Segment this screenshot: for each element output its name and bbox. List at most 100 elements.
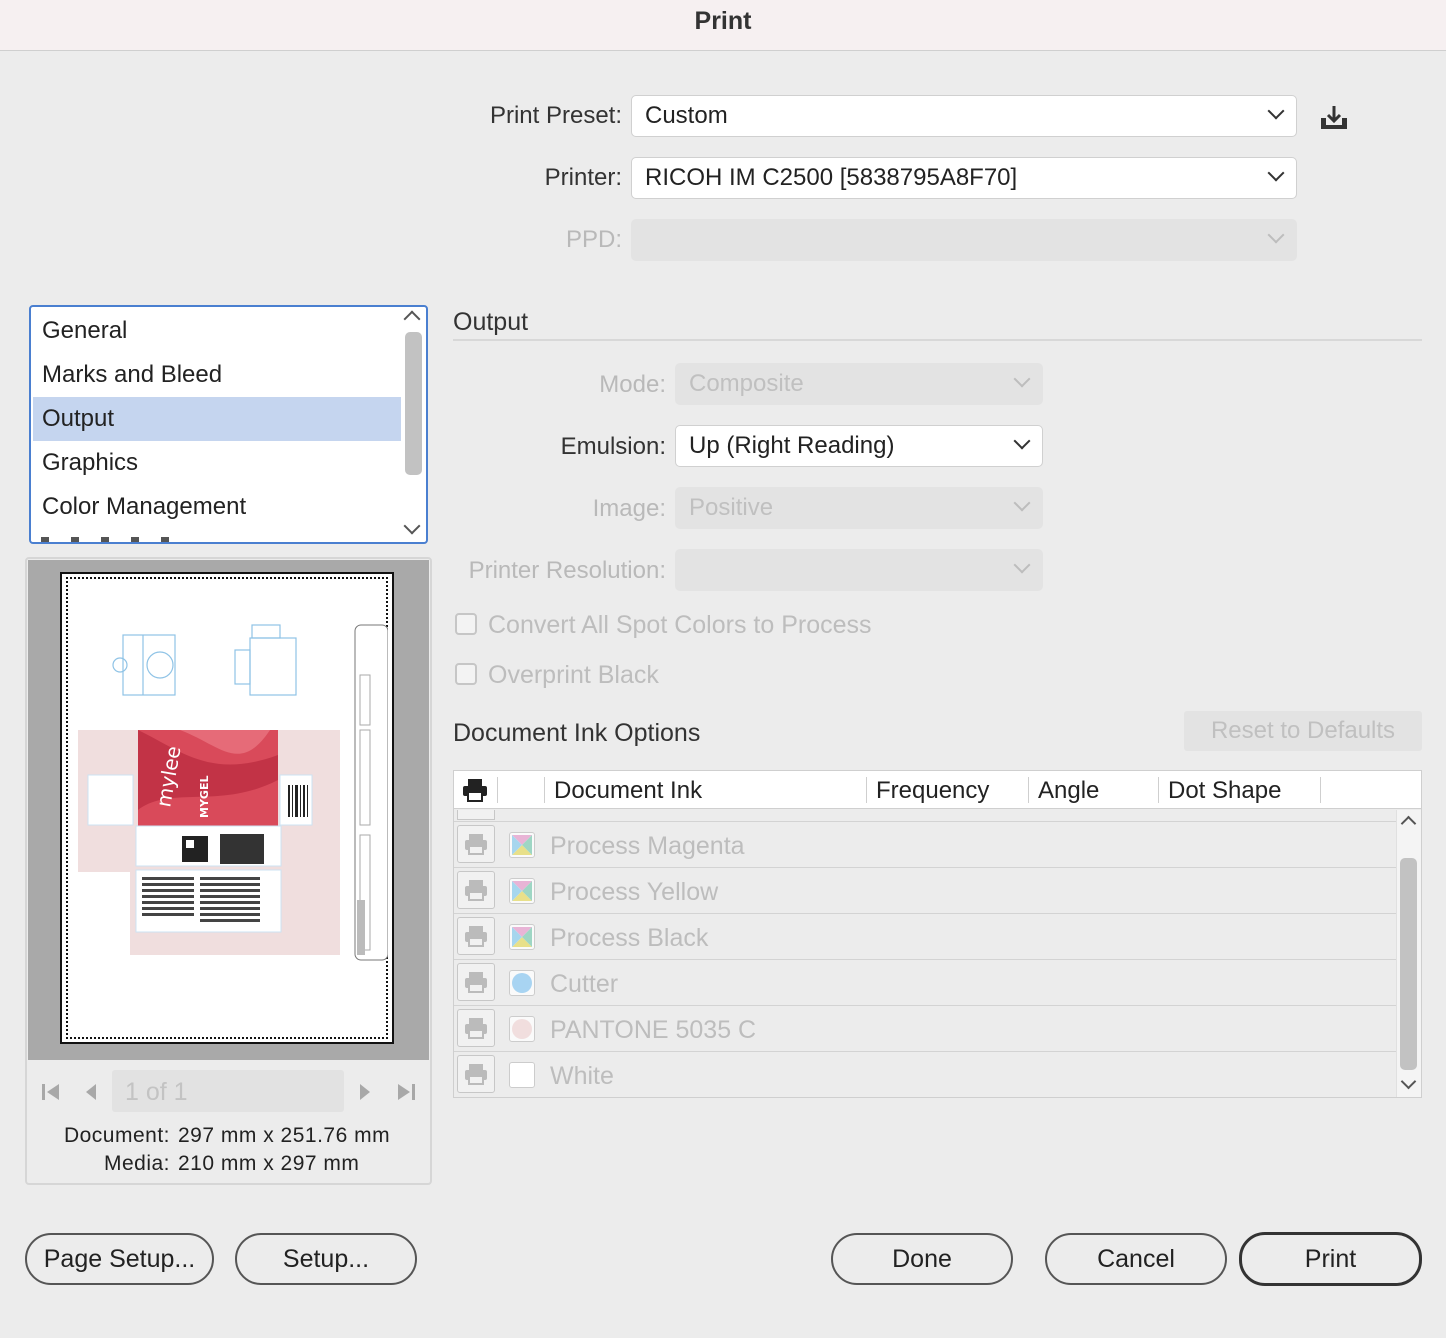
clipped-next-item — [41, 537, 171, 542]
ink-name: Cutter — [550, 970, 619, 998]
previous-page-icon — [86, 1084, 96, 1100]
ink-row[interactable]: Process Magenta — [454, 822, 1396, 868]
print-button[interactable]: Print — [1239, 1232, 1422, 1286]
document-size-label: Document: — [63, 1124, 170, 1147]
image-select[interactable]: Positive — [675, 487, 1043, 529]
title-bar: Print — [0, 0, 1446, 51]
print-preset-select[interactable]: Custom — [631, 95, 1297, 137]
ink-name: White — [550, 1062, 614, 1090]
ink-table-header: Document Ink Frequency Angle Dot Shape — [454, 771, 1421, 809]
printer-icon — [465, 1064, 487, 1085]
ppd-label: PPD: — [565, 226, 622, 253]
printer-icon — [463, 779, 487, 802]
reset-to-defaults-button[interactable]: Reset to Defaults — [1184, 711, 1422, 751]
print-toggle-button[interactable] — [457, 871, 495, 909]
previous-page-button[interactable] — [82, 1080, 100, 1104]
ink-name: Process Magenta — [550, 832, 745, 860]
chevron-down-icon — [1267, 226, 1285, 244]
chevron-down-icon — [1013, 370, 1031, 388]
process-color-icon — [512, 927, 532, 947]
mode-select[interactable]: Composite — [675, 363, 1043, 405]
print-toggle-button[interactable] — [457, 1055, 495, 1093]
ink-row[interactable]: Process Black — [454, 914, 1396, 960]
save-preset-icon[interactable] — [1318, 104, 1350, 132]
print-column-icon — [462, 777, 488, 803]
download-icon — [1321, 106, 1347, 129]
scroll-up-icon[interactable] — [1400, 815, 1417, 832]
ink-name: PANTONE 5035 C — [550, 1016, 757, 1044]
page-indicator-field[interactable]: 1 of 1 — [112, 1070, 344, 1112]
mode-value: Composite — [689, 370, 804, 397]
window-title: Print — [694, 7, 752, 35]
scroll-up-icon[interactable] — [403, 310, 421, 328]
printer-value: RICOH IM C2500 [5838795A8F70] — [645, 164, 1018, 191]
print-toggle-button[interactable] — [457, 1009, 495, 1047]
spot-color-icon — [512, 1019, 532, 1039]
spot-color-icon — [512, 973, 532, 993]
page-setup-button[interactable]: Page Setup... — [25, 1233, 214, 1285]
process-color-icon — [512, 881, 532, 901]
ink-table-scrollbar[interactable] — [1396, 810, 1421, 1097]
emulsion-select[interactable]: Up (Right Reading) — [675, 425, 1043, 467]
first-page-button[interactable] — [40, 1080, 62, 1104]
ink-row[interactable]: White — [454, 1052, 1396, 1098]
printer-icon — [465, 880, 487, 901]
printer-resolution-label: Printer Resolution: — [468, 557, 666, 584]
chevron-down-icon — [1013, 432, 1031, 450]
process-color-icon — [512, 835, 532, 855]
scroll-thumb[interactable] — [1400, 858, 1417, 1070]
next-page-button[interactable] — [356, 1080, 374, 1104]
column-frequency[interactable]: Frequency — [867, 771, 989, 809]
overprint-black-label: Overprint Black — [488, 661, 659, 689]
last-page-icon — [398, 1084, 415, 1100]
spot-ink-swatch — [509, 970, 535, 996]
overprint-black-checkbox[interactable] — [455, 663, 477, 685]
white-ink-swatch — [509, 1062, 535, 1088]
category-list[interactable]: General Marks and Bleed Output Graphics … — [29, 305, 428, 544]
scroll-down-icon[interactable] — [1400, 1073, 1417, 1090]
ink-row-clipped — [454, 810, 1396, 822]
chevron-down-icon — [1013, 556, 1031, 574]
media-size-value: 210 mm x 297 mm — [178, 1152, 360, 1175]
last-page-button[interactable] — [395, 1080, 417, 1104]
printer-select[interactable]: RICOH IM C2500 [5838795A8F70] — [631, 157, 1297, 199]
category-color-management[interactable]: Color Management — [33, 485, 401, 529]
done-button[interactable]: Done — [831, 1233, 1013, 1285]
ppd-select[interactable] — [631, 219, 1297, 261]
print-toggle-button[interactable] — [457, 825, 495, 863]
printer-icon — [465, 1018, 487, 1039]
page-indicator: 1 of 1 — [125, 1078, 188, 1106]
printer-resolution-select[interactable] — [675, 549, 1043, 591]
print-toggle-button[interactable] — [457, 963, 495, 1001]
image-value: Positive — [689, 494, 774, 521]
column-angle[interactable]: Angle — [1029, 771, 1099, 809]
mode-label: Mode: — [599, 371, 666, 398]
chevron-down-icon — [1267, 164, 1285, 182]
category-output[interactable]: Output — [33, 397, 401, 441]
column-document-ink[interactable]: Document Ink — [545, 771, 702, 809]
category-scrollbar[interactable] — [403, 307, 426, 542]
ink-row[interactable]: PANTONE 5035 C — [454, 1006, 1396, 1052]
convert-spot-label: Convert All Spot Colors to Process — [488, 611, 872, 639]
printer-icon — [465, 834, 487, 855]
printer-icon — [465, 972, 487, 993]
print-toggle-button[interactable] — [457, 917, 495, 955]
emulsion-label: Emulsion: — [560, 433, 666, 460]
category-marks-and-bleed[interactable]: Marks and Bleed — [33, 353, 401, 397]
column-dot-shape[interactable]: Dot Shape — [1159, 771, 1281, 809]
ink-options-title: Document Ink Options — [453, 719, 701, 747]
cancel-button[interactable]: Cancel — [1045, 1233, 1227, 1285]
ink-row[interactable]: Process Yellow — [454, 868, 1396, 914]
category-general[interactable]: General — [33, 309, 401, 353]
scroll-down-icon[interactable] — [403, 517, 421, 535]
category-graphics[interactable]: Graphics — [33, 441, 401, 485]
ink-name: Process Yellow — [550, 878, 719, 906]
scroll-thumb[interactable] — [405, 332, 422, 475]
emulsion-value: Up (Right Reading) — [689, 432, 895, 459]
convert-spot-checkbox[interactable] — [455, 613, 477, 635]
ink-row[interactable]: Cutter — [454, 960, 1396, 1006]
process-ink-swatch — [509, 924, 535, 950]
chevron-down-icon — [1267, 102, 1285, 120]
setup-button[interactable]: Setup... — [235, 1233, 417, 1285]
artwork-product: MYGEL — [198, 776, 211, 818]
